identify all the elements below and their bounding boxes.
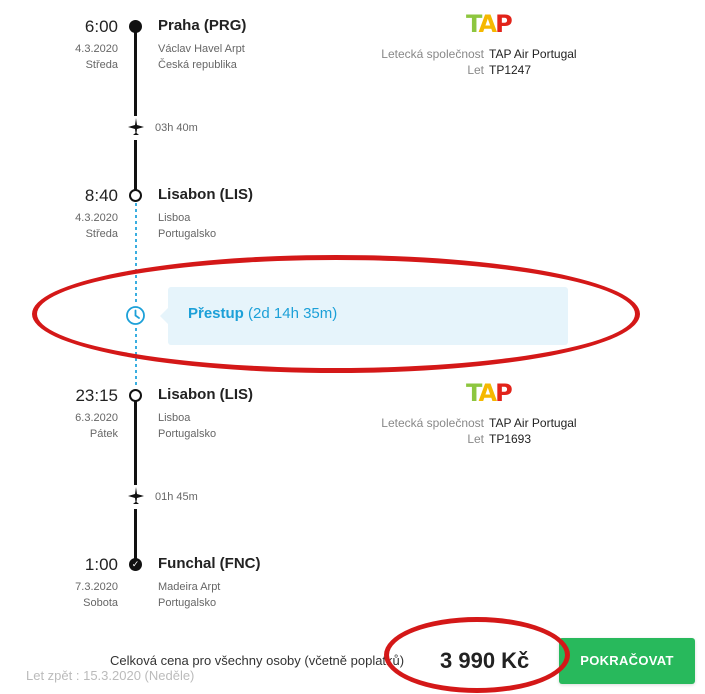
airline-name: TAP Air Portugal [489,416,577,430]
departure-day: Pátek [89,428,118,440]
departure-date: 4.3.2020 [75,43,118,55]
airline-name: TAP Air Portugal [489,47,577,61]
arrival-airport: Lisboa [158,212,191,224]
layover-dotted-line [134,203,137,303]
layover-dotted-line [134,328,137,386]
departure-time: 23:15 [75,386,118,405]
departure-date: 6.3.2020 [75,412,118,424]
airline-label: Letecká společnost [381,416,484,430]
flight-number: TP1693 [489,432,532,446]
timeline-line [134,140,137,195]
tap-airline-logo: TAP [466,379,513,407]
total-price: 3 990 Kč [440,648,530,673]
arrival-date: 4.3.2020 [75,212,118,224]
departure-time: 6:00 [84,17,118,36]
arrival-time: 8:40 [84,186,118,205]
departure-airport: Václav Havel Arpt [158,43,245,55]
departure-airport: Lisboa [158,412,191,424]
flight-duration: 03h 40m [155,122,198,134]
flight-duration: 01h 45m [155,491,198,503]
arrival-node [129,189,142,202]
clock-icon [126,306,145,325]
departure-city: Lisabon (LIS) [158,386,253,403]
arrival-day: Sobota [83,597,118,609]
arrival-country: Portugalsko [158,228,217,240]
arrival-city: Funchal (FNC) [158,555,261,572]
plane-icon [128,487,144,504]
timeline-line [134,26,137,116]
destination-check-icon: ✓ [129,558,142,571]
plane-icon [128,118,144,135]
flight-number: TP1247 [489,63,532,77]
return-flight-text: Let zpět : 15.3.2020 (Neděle) [26,668,195,683]
timeline-line [134,400,137,485]
departure-node [129,20,142,33]
timeline-line [134,509,137,564]
airline-label: Letecká společnost [381,47,484,61]
departure-day: Středa [85,59,118,71]
departure-country: Česká republika [158,59,237,71]
arrival-country: Portugalsko [158,597,217,609]
layover-duration: (2d 14h 35m) [248,305,338,322]
flight-label: Let [467,432,484,446]
arrival-time: 1:00 [84,555,118,574]
layover-label: Přestup [188,305,244,322]
departure-node [129,389,142,402]
tap-airline-logo: TAP [466,10,513,38]
arrival-city: Lisabon (LIS) [158,186,253,203]
departure-country: Portugalsko [158,428,217,440]
arrival-date: 7.3.2020 [75,581,118,593]
arrival-airport: Madeira Arpt [158,581,221,593]
continue-button[interactable]: POKRAČOVAT [559,638,695,684]
layover-text: Přestup (2d 14h 35m) [188,305,337,322]
total-price-label: Celková cena pro všechny osoby (včetně p… [110,653,405,668]
layover-box: Přestup (2d 14h 35m) [160,287,568,345]
arrival-day: Středa [85,228,118,240]
departure-city: Praha (PRG) [158,17,247,34]
flight-label: Let [467,63,484,77]
